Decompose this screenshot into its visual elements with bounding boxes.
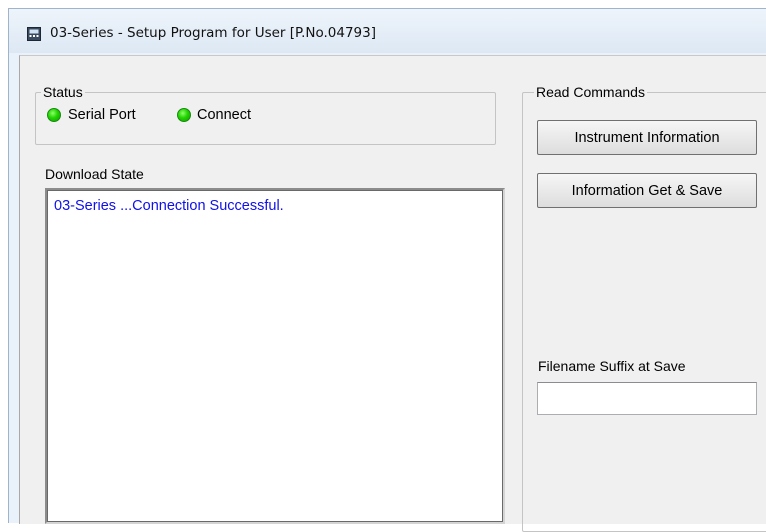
- filename-suffix-input[interactable]: [537, 382, 757, 415]
- connect-label: Connect: [197, 107, 252, 123]
- serial-port-led-icon: [47, 108, 61, 122]
- window-title: 03-Series - Setup Program for User [P.No…: [50, 25, 376, 41]
- app-icon: [27, 27, 41, 41]
- main-panel: Status Serial Port Connect Download Stat…: [19, 55, 766, 532]
- app-window: 03-Series - Setup Program for User [P.No…: [8, 8, 766, 532]
- read-commands-group: Read Commands: [522, 84, 766, 532]
- download-state-log[interactable]: 03-Series ...Connection Successful.: [45, 188, 505, 524]
- connect-led-icon: [177, 108, 191, 122]
- log-line: 03-Series ...Connection Successful.: [54, 198, 284, 214]
- status-legend: Status: [41, 84, 85, 101]
- download-state-label: Download State: [45, 166, 144, 182]
- instrument-information-button[interactable]: Instrument Information: [537, 120, 757, 155]
- status-group: Status Serial Port Connect: [35, 84, 496, 145]
- information-get-save-button[interactable]: Information Get & Save: [537, 173, 757, 208]
- read-commands-legend: Read Commands: [534, 84, 647, 101]
- filename-suffix-label: Filename Suffix at Save: [538, 358, 686, 374]
- serial-port-label: Serial Port: [68, 107, 136, 123]
- title-bar[interactable]: 03-Series - Setup Program for User [P.No…: [9, 9, 766, 53]
